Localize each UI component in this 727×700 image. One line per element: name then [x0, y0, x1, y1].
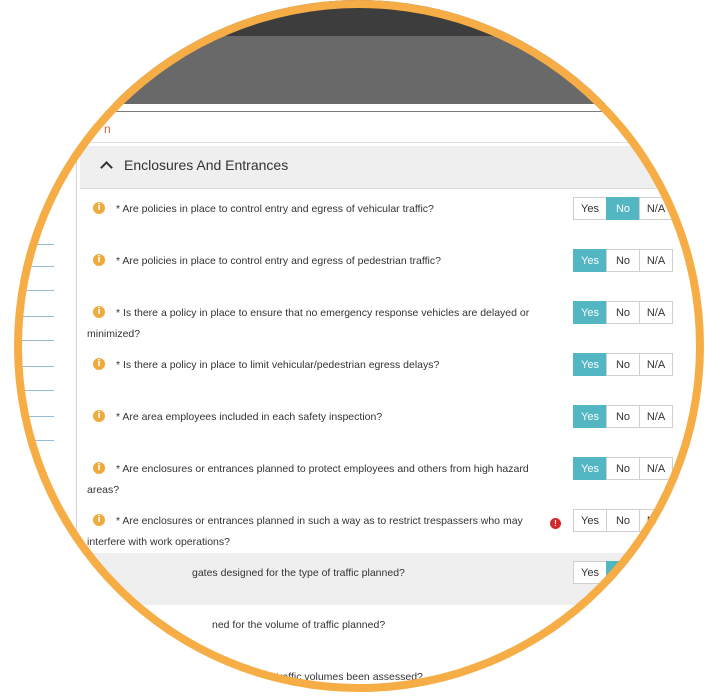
- question-text: * Are policies in place to control entry…: [116, 255, 441, 267]
- answer-na-button[interactable]: N/A: [639, 509, 673, 532]
- warning-icon: !: [550, 622, 561, 633]
- answer-na-button[interactable]: N/A: [639, 353, 673, 376]
- app-header-bar: [14, 36, 704, 104]
- question-text: gates designed for the type of traffic p…: [192, 567, 405, 579]
- info-icon[interactable]: i: [93, 410, 105, 422]
- list-divider: [14, 416, 54, 417]
- answer-no-button[interactable]: No: [606, 457, 640, 480]
- answer-button-group: Yes No N/A: [573, 457, 673, 480]
- list-divider: [14, 266, 54, 267]
- text-input[interactable]: n: [80, 111, 640, 143]
- question-text: * Is there a policy in place to ensure t…: [87, 307, 530, 340]
- question-row: gates designed for the type of traffic p…: [80, 553, 680, 606]
- list-divider: [14, 244, 54, 245]
- answer-button-group: Yes No N/A: [573, 301, 673, 324]
- chevron-up-icon[interactable]: [100, 161, 113, 174]
- question-text: traffic volumes been assessed?: [276, 671, 423, 683]
- question-text: * Are area employees included in each sa…: [116, 411, 383, 423]
- answer-yes-button[interactable]: Yes: [573, 301, 607, 324]
- question-row: i * Is there a policy in place to ensure …: [80, 293, 680, 346]
- question-row: i * Is there a policy in place to limit v…: [80, 345, 680, 398]
- question-text: * Are enclosures or entrances planned in…: [87, 515, 523, 548]
- list-divider: [14, 366, 54, 367]
- question-row: i * Are policies in place to control entr…: [80, 189, 680, 242]
- question-row: i * Are area employees included in each s…: [80, 397, 680, 450]
- question-row: i * Are enclosures or entrances planned t…: [80, 449, 680, 502]
- answer-no-button[interactable]: No: [606, 561, 640, 584]
- answer-yes-button[interactable]: Yes: [573, 613, 607, 636]
- answer-no-button[interactable]: No: [606, 353, 640, 376]
- input-label: n: [104, 122, 111, 136]
- answer-yes-button[interactable]: Yes: [573, 405, 607, 428]
- answer-yes-button[interactable]: Yes: [573, 197, 607, 220]
- section-header[interactable]: Enclosures And Entrances: [80, 146, 680, 189]
- answer-button-group: Yes No N/A: [573, 561, 673, 584]
- question-row: i * Are policies in place to control entr…: [80, 241, 680, 294]
- list-divider: [14, 290, 54, 291]
- answer-na-button[interactable]: N/A: [639, 197, 673, 220]
- answer-yes-button[interactable]: Yes: [573, 509, 607, 532]
- answer-no-button[interactable]: No: [606, 613, 640, 636]
- list-divider: [14, 440, 54, 441]
- answer-button-group: Yes No N/A: [573, 405, 673, 428]
- app-top-bar: [14, 0, 704, 36]
- zoom-viewport: n Enclosures And Entrances i * Are polici…: [14, 0, 704, 692]
- section-title: Enclosures And Entrances: [124, 157, 289, 173]
- question-row: traffic volumes been assessed?: [80, 657, 680, 692]
- answer-yes-button[interactable]: Yes: [573, 353, 607, 376]
- answer-no-button[interactable]: No: [606, 405, 640, 428]
- info-icon[interactable]: i: [93, 358, 105, 370]
- question-row: ned for the volume of traffic planned?! Y…: [80, 605, 680, 658]
- answer-button-group: Yes No N/A: [573, 249, 673, 272]
- answer-button-group: Yes No N/A: [573, 509, 673, 532]
- list-divider: [14, 340, 54, 341]
- list-divider: [14, 390, 54, 391]
- info-icon[interactable]: i: [93, 202, 105, 214]
- warning-icon: !: [550, 518, 561, 529]
- answer-na-button[interactable]: N/A: [639, 405, 673, 428]
- answer-button-group: Yes No N/A: [573, 613, 673, 636]
- answer-na-button[interactable]: N/A: [639, 249, 673, 272]
- question-row: i * Are enclosures or entrances planned i…: [80, 501, 680, 554]
- answer-button-group: Yes No N/A: [573, 353, 673, 376]
- answer-na-button[interactable]: N/A: [639, 457, 673, 480]
- answer-no-button[interactable]: No: [606, 509, 640, 532]
- answer-yes-button[interactable]: Yes: [573, 457, 607, 480]
- answer-na-button[interactable]: N/A: [639, 301, 673, 324]
- list-divider: [14, 316, 54, 317]
- answer-yes-button[interactable]: Yes: [573, 561, 607, 584]
- question-text: * Are policies in place to control entry…: [116, 203, 434, 215]
- info-icon[interactable]: i: [93, 254, 105, 266]
- answer-no-button[interactable]: No: [606, 197, 640, 220]
- answer-no-button[interactable]: No: [606, 249, 640, 272]
- answer-no-button[interactable]: No: [606, 301, 640, 324]
- question-text: * Are enclosures or entrances planned to…: [87, 463, 529, 496]
- question-text: ned for the volume of traffic planned?: [212, 619, 386, 631]
- answer-na-button[interactable]: N/A: [639, 613, 673, 636]
- answer-button-group: Yes No N/A: [573, 197, 673, 220]
- left-side-list: [14, 104, 54, 692]
- answer-na-button[interactable]: N/A: [639, 561, 673, 584]
- question-text: * Is there a policy in place to limit ve…: [116, 359, 440, 371]
- answer-yes-button[interactable]: Yes: [573, 249, 607, 272]
